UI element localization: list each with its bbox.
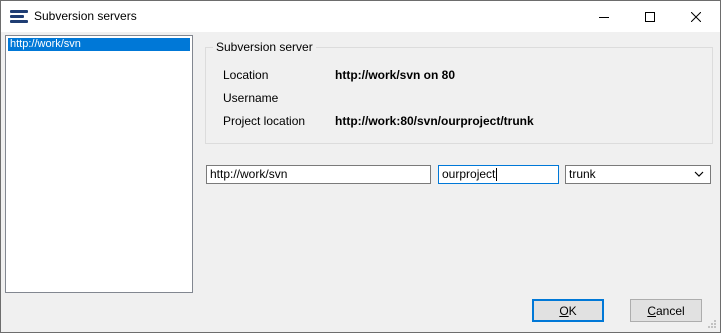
- server-list-item[interactable]: http://work/svn: [8, 38, 190, 51]
- close-button[interactable]: [673, 1, 719, 32]
- subversion-servers-dialog: Subversion servers http://work/svn Subve…: [0, 0, 721, 333]
- cancel-label: ancel: [655, 303, 685, 318]
- project-location-label: Project location: [223, 114, 306, 128]
- username-label: Username: [223, 91, 279, 105]
- minimize-icon: [599, 16, 609, 18]
- cancel-button[interactable]: Cancel: [630, 299, 702, 322]
- ok-accel: O: [559, 303, 569, 318]
- subversion-app-icon: [10, 9, 28, 23]
- project-location-value: http://work:80/svn/ourproject/trunk: [335, 114, 534, 128]
- server-url-text: http://work/svn: [210, 167, 288, 181]
- title-bar[interactable]: Subversion servers: [1, 1, 720, 32]
- group-title: Subversion server: [213, 40, 316, 54]
- close-icon: [691, 11, 701, 22]
- maximize-button[interactable]: [627, 1, 673, 32]
- window-title: Subversion servers: [34, 9, 137, 23]
- branch-selected-value: trunk: [569, 167, 596, 181]
- minimize-button[interactable]: [581, 1, 627, 32]
- ok-button[interactable]: OK: [532, 299, 604, 322]
- location-value: http://work/svn on 80: [335, 68, 456, 82]
- chevron-down-icon: [694, 171, 704, 177]
- project-text: ourproject: [442, 167, 496, 181]
- server-url-input[interactable]: http://work/svn: [206, 165, 431, 184]
- server-list[interactable]: http://work/svn: [5, 35, 193, 293]
- text-caret: [496, 168, 498, 181]
- cancel-accel: C: [647, 303, 656, 318]
- location-label: Location: [223, 68, 269, 82]
- resize-grip-icon[interactable]: [706, 318, 717, 329]
- maximize-icon: [645, 11, 655, 22]
- project-input[interactable]: ourproject: [438, 165, 559, 184]
- ok-label: K: [568, 303, 577, 318]
- branch-select[interactable]: trunk: [565, 165, 711, 184]
- subversion-server-group: [205, 47, 713, 144]
